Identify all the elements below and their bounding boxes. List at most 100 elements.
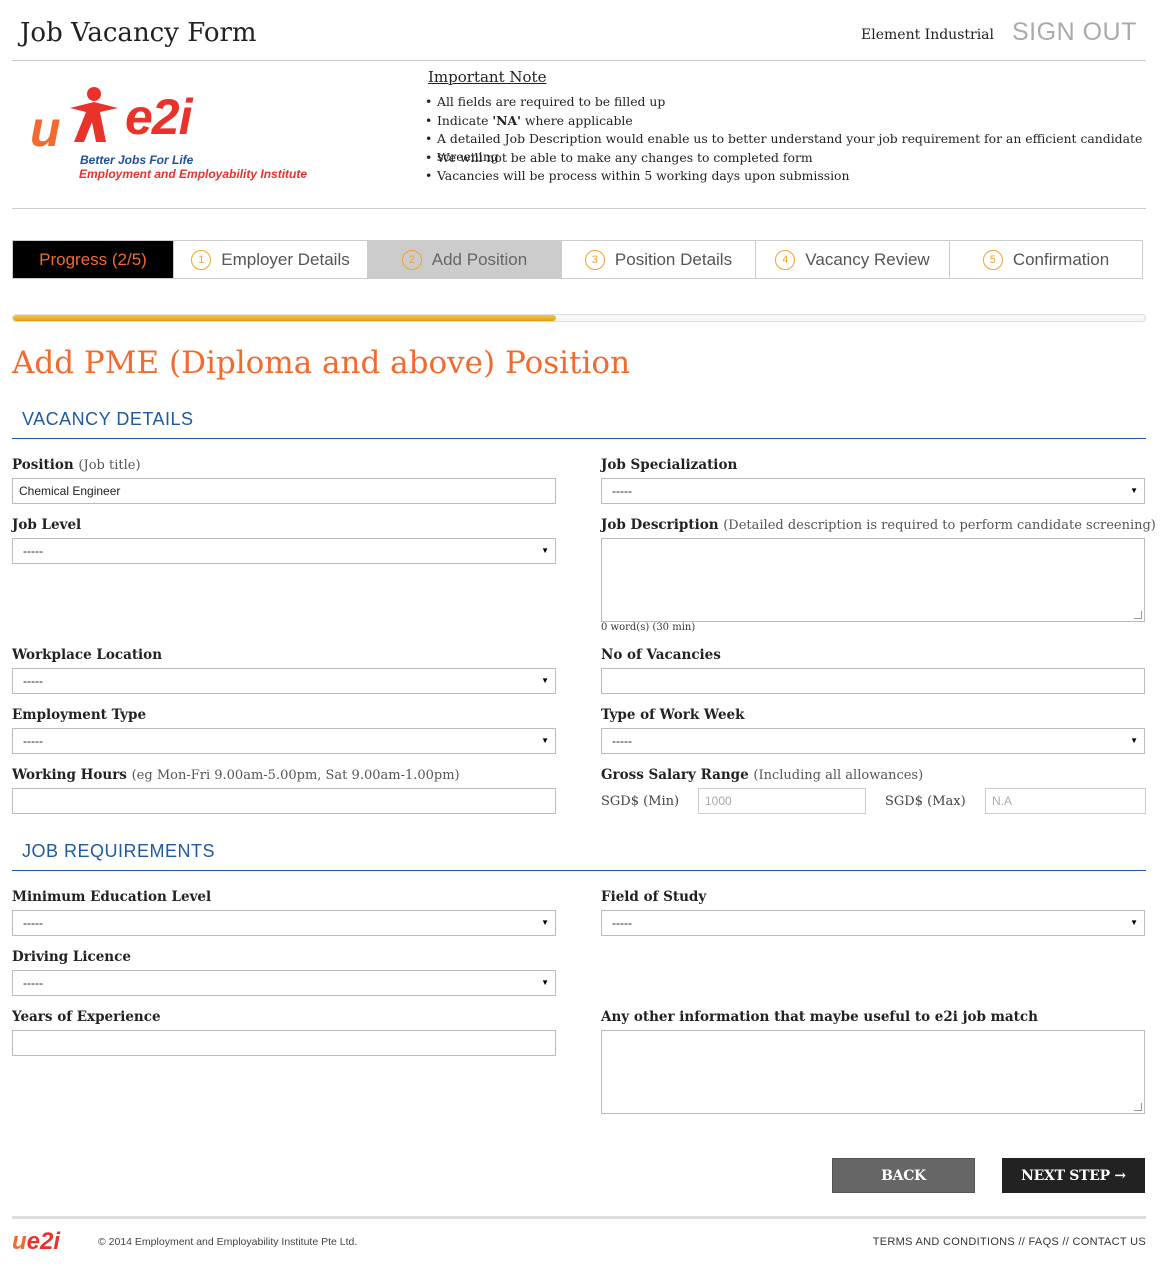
logo-u-mark: u <box>30 101 61 157</box>
note-item: A detailed Job Description would enable … <box>425 130 1160 164</box>
note-item-suffix: where applicable <box>524 112 633 128</box>
note-item: All fields are required to be filled up <box>425 93 1160 112</box>
faqs-link[interactable]: FAQS <box>1029 1236 1060 1248</box>
logo-figure-icon <box>70 87 118 142</box>
working-hours-label: Working Hours (eg Mon-Fri 9.00am-5.00pm,… <box>12 767 460 783</box>
tab-vacancy-review[interactable]: 4 Vacancy Review <box>756 241 950 278</box>
e2i-logo: u e2i Better Jobs For Life Employment an… <box>30 82 320 192</box>
tab-confirmation[interactable]: 5 Confirmation <box>950 241 1142 278</box>
employment-type-label: Employment Type <box>12 707 147 723</box>
label-text: Job Description <box>601 517 719 533</box>
workplace-location-label: Workplace Location <box>12 647 163 663</box>
progress-bar-fill <box>13 315 557 321</box>
education-level-select[interactable]: ----- <box>12 910 556 936</box>
section-divider <box>12 438 1146 439</box>
job-specialization-select[interactable]: ----- <box>601 478 1145 504</box>
note-item: Vacancies will be process within 5 worki… <box>425 167 1160 186</box>
link-separator: // <box>1062 1236 1070 1248</box>
copyright-text: © 2014 Employment and Employability Inst… <box>98 1236 358 1248</box>
section-title-job-requirements: JOB REQUIREMENTS <box>22 841 216 861</box>
step-number: 4 <box>775 249 796 270</box>
salary-min-input[interactable]: 1000 <box>698 788 866 814</box>
job-level-label: Job Level <box>12 517 82 533</box>
salary-max-input[interactable]: N.A <box>985 788 1146 814</box>
label-hint: (Detailed description is required to per… <box>723 518 1156 533</box>
position-label: Position (Job title) <box>12 457 141 473</box>
note-item-bold: 'NA' <box>492 112 521 128</box>
tab-label: Confirmation <box>1012 249 1110 269</box>
gross-salary-label: Gross Salary Range (Including all allowa… <box>601 767 923 783</box>
section-title-vacancy-details: VACANCY DETAILS <box>22 409 194 429</box>
note-item: Indicate 'NA' where applicable <box>425 112 1160 131</box>
tab-add-position[interactable]: 2 Add Position <box>368 241 562 278</box>
work-week-label: Type of Work Week <box>601 707 745 723</box>
link-separator: // <box>1018 1236 1026 1248</box>
position-input[interactable]: Chemical Engineer <box>12 478 556 504</box>
label-hint: (Including all allowances) <box>753 768 924 783</box>
sign-out-link[interactable]: SIGN OUT <box>1012 18 1137 47</box>
label-text: Working Hours <box>12 767 127 783</box>
years-experience-label: Years of Experience <box>12 1009 161 1025</box>
tab-label: Position Details <box>614 249 733 269</box>
driving-licence-select[interactable]: ----- <box>12 970 556 996</box>
section-divider <box>12 870 1146 871</box>
step-number: 2 <box>401 249 422 270</box>
education-level-label: Minimum Education Level <box>12 889 212 905</box>
word-count: 0 word(s) (30 min) <box>601 622 696 633</box>
label-hint: (eg Mon-Fri 9.00am-5.00pm, Sat 9.00am-1.… <box>131 768 460 783</box>
note-divider <box>12 208 1146 209</box>
important-note-title: Important Note <box>428 68 547 86</box>
tab-position-details[interactable]: 3 Position Details <box>562 241 756 278</box>
workplace-location-select[interactable]: ----- <box>12 668 556 694</box>
tab-label: Employer Details <box>221 249 350 269</box>
logo-tagline: Better Jobs For Life <box>80 153 194 167</box>
no-of-vacancies-label: No of Vacancies <box>601 647 721 663</box>
note-item: We will not be able to make any changes … <box>425 149 1160 168</box>
back-button[interactable]: BACK <box>832 1158 975 1193</box>
logo-institute-name: Employment and Employability Institute <box>79 167 308 181</box>
work-week-select[interactable]: ----- <box>601 728 1145 754</box>
contact-link[interactable]: CONTACT US <box>1073 1236 1147 1248</box>
company-name: Element Industrial <box>861 27 994 43</box>
page-title: Add PME (Diploma and above) Position <box>12 345 631 381</box>
tab-employer-details[interactable]: 1 Employer Details <box>174 241 368 278</box>
salary-min-label: SGD$ (Min) <box>601 794 680 809</box>
step-number: 5 <box>982 249 1003 270</box>
driving-licence-label: Driving Licence <box>12 949 131 965</box>
job-specialization-label: Job Specialization <box>601 457 738 473</box>
tab-label: Vacancy Review <box>805 249 930 269</box>
tab-label: Add Position <box>431 249 528 269</box>
note-item-prefix: Indicate <box>437 112 493 128</box>
no-of-vacancies-input[interactable] <box>601 668 1145 694</box>
step-number: 1 <box>191 249 212 270</box>
footer-divider <box>12 1216 1146 1219</box>
field-of-study-label: Field of Study <box>601 889 707 905</box>
footer-links: TERMS AND CONDITIONS // FAQS // CONTACT … <box>873 1236 1146 1248</box>
page-header-title: Job Vacancy Form <box>20 18 257 48</box>
progress-tabs: Progress (2/5) 1 Employer Details 2 Add Po… <box>12 240 1143 279</box>
header-divider <box>12 60 1146 61</box>
other-info-label: Any other information that maybe useful … <box>601 1009 1038 1025</box>
step-number: 3 <box>584 249 605 270</box>
working-hours-input[interactable] <box>12 788 556 814</box>
job-description-label: Job Description (Detailed description is… <box>601 517 1156 533</box>
label-hint: (Job title) <box>78 458 141 473</box>
logo-wordmark: e2i <box>125 89 193 145</box>
footer-logo-wordmark: e2i <box>26 1228 61 1255</box>
footer-logo-u: u <box>12 1228 27 1255</box>
job-description-textarea[interactable] <box>601 538 1145 622</box>
progress-indicator: Progress (2/5) <box>13 241 174 278</box>
employment-type-select[interactable]: ----- <box>12 728 556 754</box>
field-of-study-select[interactable]: ----- <box>601 910 1145 936</box>
next-step-button[interactable]: NEXT STEP → <box>1002 1158 1145 1193</box>
job-level-select[interactable]: ----- <box>12 538 556 564</box>
terms-link[interactable]: TERMS AND CONDITIONS <box>873 1236 1015 1248</box>
other-info-textarea[interactable] <box>601 1030 1145 1114</box>
years-experience-input[interactable] <box>12 1030 556 1056</box>
progress-bar <box>12 314 1146 322</box>
label-text: Position <box>12 457 74 473</box>
footer-e2i-logo: ue2i <box>12 1228 60 1256</box>
important-note-list: All fields are required to be filled up … <box>425 93 1160 186</box>
salary-max-label: SGD$ (Max) <box>885 794 966 809</box>
label-text: Gross Salary Range <box>601 767 749 783</box>
